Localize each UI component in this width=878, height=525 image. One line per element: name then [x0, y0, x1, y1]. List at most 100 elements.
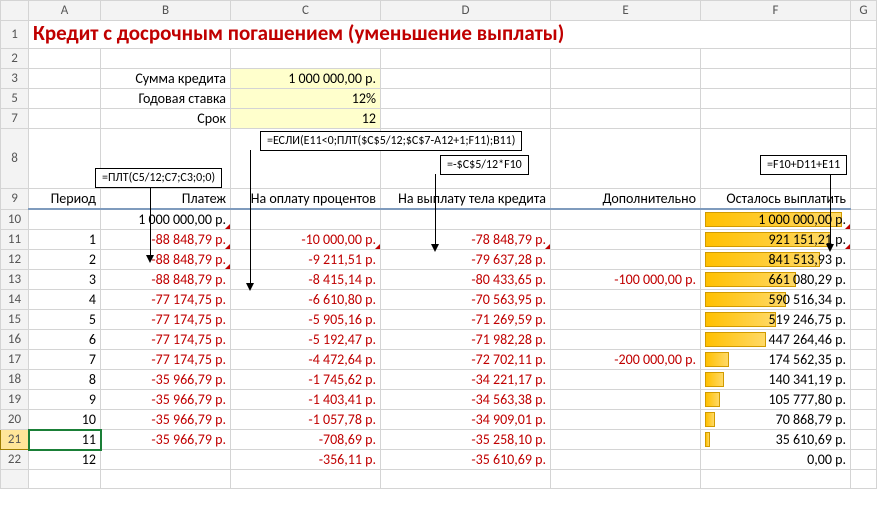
column-header-row[interactable]: A B C D E F G	[1, 1, 877, 21]
row-header[interactable]: 12	[1, 250, 29, 270]
cell-remaining[interactable]: 70 868,79 р.	[701, 410, 851, 430]
col-principal[interactable]: На выплату тела кредита	[381, 189, 551, 210]
cell-principal[interactable]: -34 563,38 р.	[381, 390, 551, 410]
col-interest[interactable]: На оплату процентов	[231, 189, 381, 210]
cell-principal[interactable]: -34 909,01 р.	[381, 410, 551, 430]
cell-interest[interactable]: -5 905,16 р.	[231, 310, 381, 330]
input-term[interactable]: 12	[231, 109, 381, 129]
cell-payment[interactable]: -88 848,79 р.	[101, 250, 231, 270]
row-header[interactable]: 16	[1, 330, 29, 350]
col-header-d[interactable]: D	[381, 1, 551, 21]
cell-remaining[interactable]: 661 080,29 р.	[701, 270, 851, 290]
cell-period[interactable]: 4	[29, 290, 101, 310]
label-term[interactable]: Срок	[101, 109, 231, 129]
row-header[interactable]: 5	[1, 89, 29, 109]
cell-period[interactable]: 2	[29, 250, 101, 270]
row-header[interactable]: 15	[1, 310, 29, 330]
cell-period[interactable]: 8	[29, 370, 101, 390]
row-header[interactable]: 21	[1, 430, 29, 450]
cell-payment[interactable]: -88 848,79 р.	[101, 270, 231, 290]
cell-principal[interactable]: -35 258,10 р.	[381, 430, 551, 450]
cell-interest[interactable]: -6 610,80 р.	[231, 290, 381, 310]
cell-extra[interactable]	[551, 370, 701, 390]
cell-extra[interactable]: -100 000,00 р.	[551, 270, 701, 290]
cell-period[interactable]: 6	[29, 330, 101, 350]
cell-interest[interactable]: -356,11 р.	[231, 450, 381, 470]
cell-payment[interactable]: -88 848,79 р.	[101, 230, 231, 250]
cell-principal[interactable]: -80 433,65 р.	[381, 270, 551, 290]
cell-interest[interactable]: -5 192,47 р.	[231, 330, 381, 350]
cell-payment[interactable]: -35 966,79 р.	[101, 390, 231, 410]
cell-interest[interactable]: -9 211,51 р.	[231, 250, 381, 270]
col-header-b[interactable]: B	[101, 1, 231, 21]
cell-extra[interactable]	[551, 410, 701, 430]
label-rate[interactable]: Годовая ставка	[101, 89, 231, 109]
row-header[interactable]: 17	[1, 350, 29, 370]
select-all-corner[interactable]	[1, 1, 29, 21]
cell-payment[interactable]: -35 966,79 р.	[101, 370, 231, 390]
cell-period[interactable]: 12	[29, 450, 101, 470]
row-header[interactable]: 3	[1, 69, 29, 89]
input-rate[interactable]: 12%	[231, 89, 381, 109]
cell-remaining[interactable]: 841 513,93 р.	[701, 250, 851, 270]
row-header[interactable]: 8	[1, 129, 29, 189]
cell-payment[interactable]	[101, 450, 231, 470]
col-header-c[interactable]: C	[231, 1, 381, 21]
cell-principal[interactable]: -71 269,59 р.	[381, 310, 551, 330]
col-header-a[interactable]: A	[29, 1, 101, 21]
label-sum[interactable]: Сумма кредита	[101, 69, 231, 89]
cell-interest[interactable]: -4 472,64 р.	[231, 350, 381, 370]
row-header[interactable]: 13	[1, 270, 29, 290]
row-header[interactable]: 11	[1, 230, 29, 250]
cell-extra[interactable]	[551, 250, 701, 270]
cell-remaining[interactable]: 35 610,69 р.	[701, 430, 851, 450]
col-period[interactable]: Период	[29, 189, 101, 210]
cell-period[interactable]: 11	[29, 430, 101, 450]
row-header[interactable]: 9	[1, 189, 29, 210]
cell-principal[interactable]: -79 637,28 р.	[381, 250, 551, 270]
cell-period[interactable]: 3	[29, 270, 101, 290]
cell-extra[interactable]	[551, 430, 701, 450]
row-header[interactable]: 19	[1, 390, 29, 410]
cell-remaining[interactable]: 519 246,75 р.	[701, 310, 851, 330]
row-header[interactable]: 22	[1, 450, 29, 470]
cell-principal[interactable]: -72 702,11 р.	[381, 350, 551, 370]
cell-remaining[interactable]: 590 516,34 р.	[701, 290, 851, 310]
cell-interest[interactable]: -1 745,62 р.	[231, 370, 381, 390]
cell-extra[interactable]	[551, 230, 701, 250]
row-header[interactable]: 20	[1, 410, 29, 430]
col-payment[interactable]: Платеж	[101, 189, 231, 210]
cell-initial-remaining[interactable]: 1 000 000,00 р.	[701, 209, 851, 230]
col-header-e[interactable]: E	[551, 1, 701, 21]
cell-principal[interactable]: -70 563,95 р.	[381, 290, 551, 310]
cell-payment[interactable]: -35 966,79 р.	[101, 410, 231, 430]
row-header[interactable]: 18	[1, 370, 29, 390]
cell-interest[interactable]: -1 057,78 р.	[231, 410, 381, 430]
cell-extra[interactable]	[551, 390, 701, 410]
cell-extra[interactable]	[551, 330, 701, 350]
row-header[interactable]: 1	[1, 21, 29, 49]
cell-extra[interactable]	[551, 290, 701, 310]
cell-payment[interactable]: -77 174,75 р.	[101, 330, 231, 350]
col-extra[interactable]: Дополнительно	[551, 189, 701, 210]
cell-extra[interactable]: -200 000,00 р.	[551, 350, 701, 370]
cell-initial-payment[interactable]: 1 000 000,00 р.	[101, 209, 231, 230]
cell-interest[interactable]: -10 000,00 р.	[231, 230, 381, 250]
cell-period[interactable]: 9	[29, 390, 101, 410]
cell-principal[interactable]: -71 982,28 р.	[381, 330, 551, 350]
cell-principal[interactable]: -34 221,17 р.	[381, 370, 551, 390]
row-header[interactable]: 10	[1, 209, 29, 230]
cell-payment[interactable]: -35 966,79 р.	[101, 430, 231, 450]
cell-period[interactable]: 10	[29, 410, 101, 430]
cell-remaining[interactable]: 105 777,80 р.	[701, 390, 851, 410]
cell-payment[interactable]: -77 174,75 р.	[101, 310, 231, 330]
row-header[interactable]: 7	[1, 109, 29, 129]
cell-period[interactable]: 5	[29, 310, 101, 330]
cell-remaining[interactable]: 0,00 р.	[701, 450, 851, 470]
cell-extra[interactable]	[551, 450, 701, 470]
cell-interest[interactable]: -1 403,41 р.	[231, 390, 381, 410]
cell-principal[interactable]: -35 610,69 р.	[381, 450, 551, 470]
row-header[interactable]	[1, 470, 29, 489]
cell-extra[interactable]	[551, 310, 701, 330]
col-header-f[interactable]: F	[701, 1, 851, 21]
